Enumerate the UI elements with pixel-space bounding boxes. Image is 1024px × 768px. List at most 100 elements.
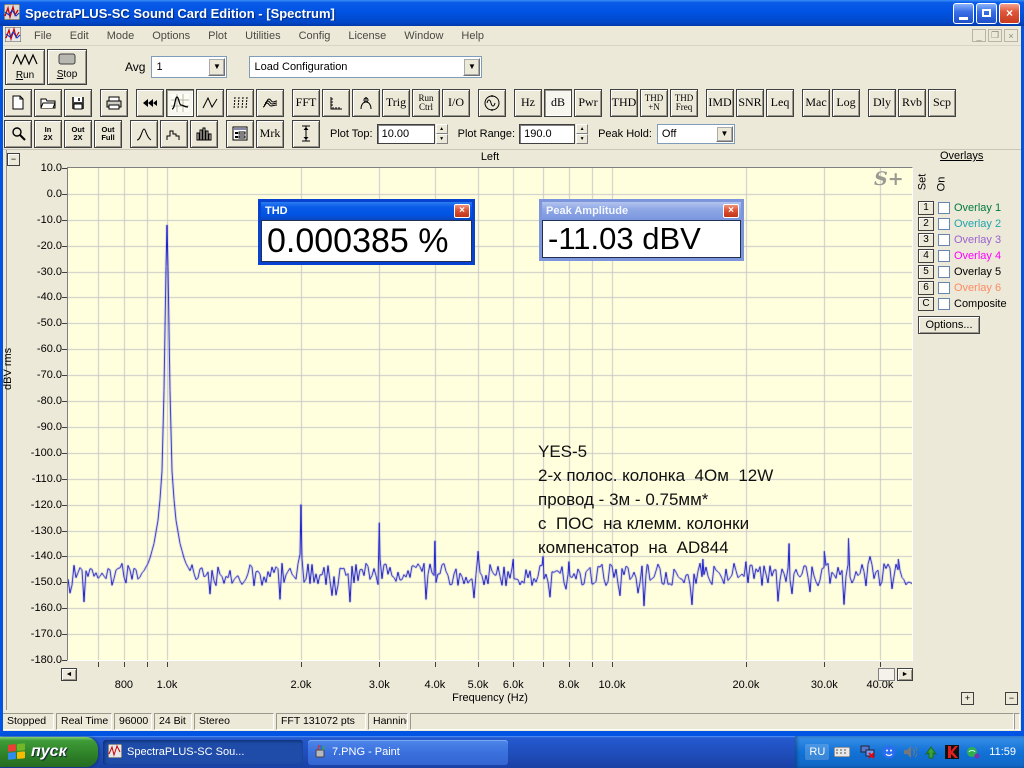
menu-item[interactable]: File <box>25 27 61 45</box>
overlay-on-checkbox[interactable] <box>938 266 950 278</box>
spectrogram-display-button[interactable] <box>226 89 254 117</box>
run-control-button[interactable]: Run Ctrl <box>412 89 440 117</box>
plot-top-spinner[interactable]: ▲▼ <box>436 124 448 144</box>
messenger-icon[interactable] <box>881 744 897 760</box>
print-button[interactable] <box>100 89 128 117</box>
scope-button[interactable]: Scp <box>928 89 956 117</box>
overlay-set-button[interactable]: 6 <box>918 281 934 295</box>
overlay-on-checkbox[interactable] <box>938 298 950 310</box>
overlay-set-button[interactable]: 3 <box>918 233 934 247</box>
octave-plot-button[interactable] <box>160 120 188 148</box>
display-options-button[interactable] <box>226 120 254 148</box>
overlay-set-button[interactable]: 4 <box>918 249 934 263</box>
avg-select[interactable]: 1 ▼ <box>151 56 227 78</box>
surface-3d-display-button[interactable] <box>256 89 284 117</box>
plot-range-input[interactable]: 190.0 <box>519 124 575 144</box>
io-device-button[interactable]: I/O <box>442 89 470 117</box>
restore-button[interactable] <box>976 3 997 24</box>
overlay-on-checkbox[interactable] <box>938 250 950 262</box>
zoom-in-box-icon[interactable]: + <box>961 692 974 705</box>
menu-item[interactable]: License <box>339 27 395 45</box>
fft-settings-button[interactable]: FFT <box>292 89 320 117</box>
zoom-in-2x-button[interactable]: In 2X <box>34 120 62 148</box>
peak-amplitude-window[interactable]: Peak Amplitude × -11.03 dBV <box>539 199 744 261</box>
bar-plot-button[interactable] <box>190 120 218 148</box>
peak-close-icon[interactable]: × <box>723 204 739 218</box>
save-button[interactable] <box>64 89 92 117</box>
delay-button[interactable]: Dly <box>868 89 896 117</box>
marker-button[interactable]: Mrk <box>256 120 284 148</box>
scroll-left-icon[interactable]: ◄ <box>61 668 77 681</box>
keyboard-icon[interactable] <box>834 744 850 760</box>
macro-button[interactable]: Mac <box>802 89 830 117</box>
minimize-button[interactable] <box>953 3 974 24</box>
dropdown-arrow-icon[interactable]: ▼ <box>208 58 225 76</box>
units-hz-button[interactable]: Hz <box>514 89 542 117</box>
trigger-button[interactable]: Trig <box>382 89 410 117</box>
scrollbar-thumb[interactable] <box>878 668 895 681</box>
thd-window-titlebar[interactable]: THD × <box>261 202 472 220</box>
menu-item[interactable]: Utilities <box>236 27 289 45</box>
update-utility-icon[interactable] <box>923 744 939 760</box>
plot-top-input[interactable]: 10.00 <box>377 124 435 144</box>
spectrum-plot-canvas[interactable] <box>68 168 912 660</box>
units-db-button[interactable]: dB <box>544 89 572 117</box>
overlay-on-checkbox[interactable] <box>938 218 950 230</box>
spectrum-plot[interactable] <box>67 167 913 661</box>
menu-item[interactable]: Options <box>143 27 199 45</box>
mdi-close-icon[interactable]: × <box>1004 29 1018 42</box>
load-configuration-select[interactable]: Load Configuration ▼ <box>249 56 482 78</box>
run-button[interactable]: Run <box>5 49 45 85</box>
imd-button[interactable]: IMD <box>706 89 734 117</box>
close-button[interactable]: × <box>999 3 1020 24</box>
zoom-out-2x-button[interactable]: Out 2X <box>64 120 92 148</box>
network-activity-icon[interactable] <box>965 744 981 760</box>
microphone-compensation-button[interactable] <box>352 89 380 117</box>
overlay-set-button[interactable]: 5 <box>918 265 934 279</box>
menu-item[interactable]: Mode <box>98 27 144 45</box>
zoom-out-full-button[interactable]: Out Full <box>94 120 122 148</box>
scaling-button[interactable] <box>322 89 350 117</box>
menu-item[interactable]: Edit <box>61 27 98 45</box>
thd-freq-button[interactable]: THD Freq <box>670 89 698 117</box>
vertical-scale-button[interactable] <box>292 120 320 148</box>
title-bar[interactable]: SpectraPLUS-SC Sound Card Edition - [Spe… <box>0 0 1024 26</box>
snr-button[interactable]: SNR <box>736 89 764 117</box>
overlay-on-checkbox[interactable] <box>938 202 950 214</box>
task-button-spectraplus[interactable]: SpectraPLUS-SC Sou... <box>103 740 303 765</box>
overlay-set-button[interactable]: 1 <box>918 201 934 215</box>
mdi-restore-icon[interactable]: ❐ <box>988 29 1002 42</box>
peak-window-titlebar[interactable]: Peak Amplitude × <box>542 202 741 220</box>
stop-button[interactable]: Stop <box>47 49 87 85</box>
signal-generator-button[interactable] <box>478 89 506 117</box>
thd-button[interactable]: THD <box>610 89 638 117</box>
waveform-display-button[interactable] <box>196 89 224 117</box>
thd-close-icon[interactable]: × <box>454 204 470 218</box>
overlay-set-button[interactable]: 2 <box>918 217 934 231</box>
zoom-button[interactable] <box>4 120 32 148</box>
leq-button[interactable]: Leq <box>766 89 794 117</box>
mdi-child-icon[interactable] <box>5 27 21 45</box>
menu-item[interactable]: Help <box>452 27 493 45</box>
zoom-out-box-icon[interactable]: − <box>1005 692 1018 705</box>
mdi-minimize-icon[interactable]: _ <box>972 29 986 42</box>
open-file-button[interactable] <box>34 89 62 117</box>
spectrum-display-button[interactable] <box>166 89 194 117</box>
narrowband-plot-button[interactable] <box>130 120 158 148</box>
dropdown-arrow-icon[interactable]: ▼ <box>716 126 733 142</box>
language-indicator[interactable]: RU <box>805 744 829 760</box>
antivirus-icon[interactable] <box>944 744 960 760</box>
overlay-options-button[interactable]: Options... <box>918 316 980 334</box>
units-pwr-button[interactable]: Pwr <box>574 89 602 117</box>
new-file-button[interactable] <box>4 89 32 117</box>
plot-range-spinner[interactable]: ▲▼ <box>576 124 588 144</box>
volume-icon[interactable] <box>902 744 918 760</box>
scroll-right-icon[interactable]: ► <box>897 668 913 681</box>
reverb-button[interactable]: Rvb <box>898 89 926 117</box>
menu-item[interactable]: Window <box>395 27 452 45</box>
fast-forward-button[interactable] <box>136 89 164 117</box>
thd-window[interactable]: THD × 0.000385 % <box>258 199 475 265</box>
overlay-set-button[interactable]: C <box>918 297 934 311</box>
menu-item[interactable]: Plot <box>199 27 236 45</box>
network-offline-icon[interactable] <box>860 744 876 760</box>
